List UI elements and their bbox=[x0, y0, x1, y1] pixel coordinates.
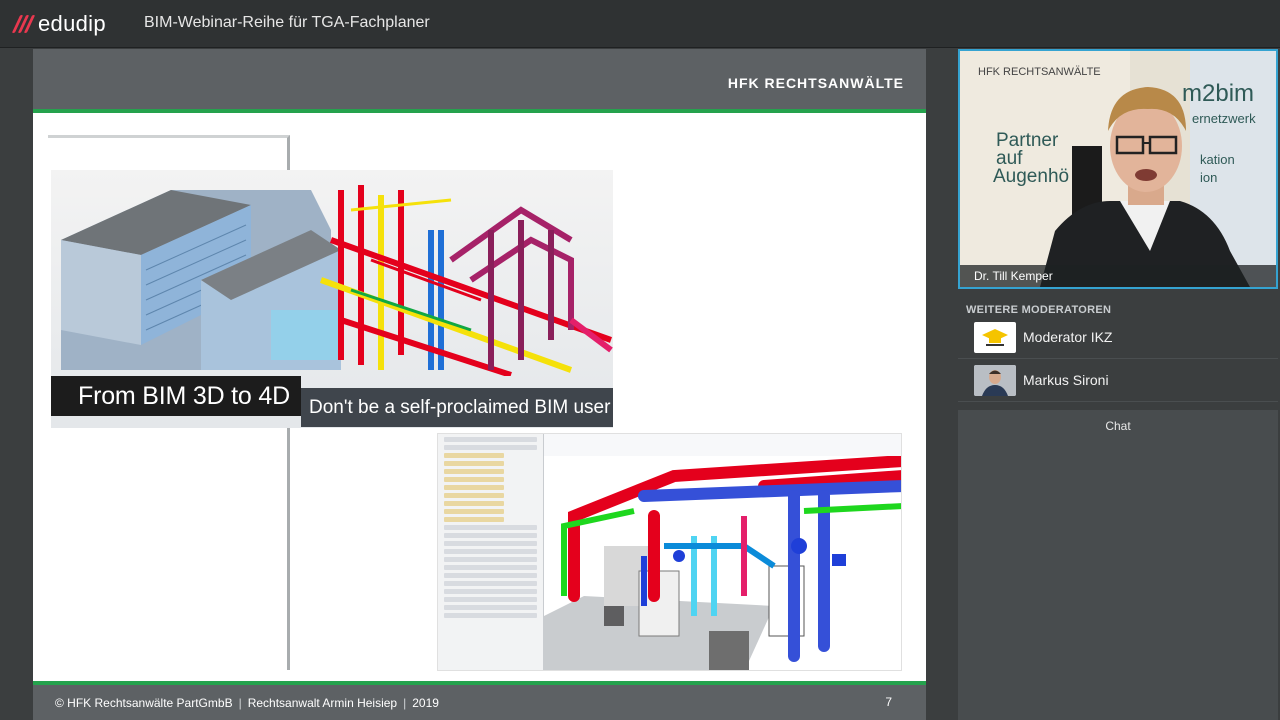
footer-text: © HFK Rechtsanwälte PartGmbB | Rechtsanw… bbox=[55, 696, 439, 710]
webinar-title: BIM-Webinar-Reihe für TGA-Fachplaner bbox=[144, 14, 430, 31]
backdrop-word: ion bbox=[1200, 170, 1217, 185]
person-avatar bbox=[974, 364, 1016, 396]
presenter-video[interactable]: HFK RECHTSANWÄLTE Partner auf Augenhö m2… bbox=[958, 49, 1278, 289]
edudip-logo[interactable]: edudip bbox=[11, 10, 106, 38]
bim-building-image: From BIM 3D to 4D Don't be a self-procla… bbox=[51, 170, 613, 428]
footer-separator: | bbox=[403, 696, 407, 710]
footer-separator: | bbox=[238, 696, 242, 710]
backdrop-brand: HFK RECHTSANWÄLTE bbox=[978, 66, 1101, 78]
top-bar: edudip BIM-Webinar-Reihe für TGA-Fachpla… bbox=[0, 0, 1280, 48]
slide-header: HFK RECHTSANWÄLTE bbox=[33, 49, 926, 109]
software-tree-panel bbox=[438, 434, 544, 670]
ikz-logo-avatar bbox=[974, 321, 1016, 353]
bim-software-screenshot bbox=[437, 433, 902, 671]
footer-copyright: © HFK Rechtsanwälte PartGmbB bbox=[55, 696, 233, 710]
presenter-name: Dr. Till Kemper bbox=[960, 265, 1276, 287]
person-photo-icon bbox=[974, 364, 1016, 396]
banner-bim-3d-4d: From BIM 3D to 4D bbox=[51, 376, 301, 416]
moderator-item[interactable]: Markus Sironi bbox=[958, 359, 1278, 402]
chat-panel[interactable]: Chat bbox=[958, 410, 1278, 720]
banner-bim-user: Don't be a self-proclaimed BIM user bbox=[301, 388, 613, 427]
moderator-item[interactable]: Moderator IKZ bbox=[958, 316, 1278, 359]
hfk-logo: HFK RECHTSANWÄLTE bbox=[728, 75, 904, 91]
slide-footer: © HFK Rechtsanwälte PartGmbB | Rechtsanw… bbox=[33, 685, 926, 720]
moderators-heading: WEITERE MODERATOREN bbox=[966, 304, 1112, 316]
graduation-cap-icon bbox=[982, 329, 1008, 346]
chat-title: Chat bbox=[1105, 419, 1131, 433]
hfk-brand-text: HFK RECHTSANWÄLTE bbox=[727, 75, 904, 91]
footer-year: 2019 bbox=[412, 696, 439, 710]
slide-page-number: 7 bbox=[885, 695, 892, 709]
backdrop-word: ernetzwerk bbox=[1192, 111, 1256, 126]
moderator-list: Moderator IKZ Markus Sironi bbox=[958, 316, 1278, 402]
edudip-logo-icon bbox=[11, 13, 36, 35]
backdrop-word: m2bim bbox=[1182, 80, 1254, 107]
backdrop-word: kation bbox=[1200, 152, 1235, 167]
moderator-name: Markus Sironi bbox=[1023, 372, 1109, 388]
bim-model-illustration bbox=[61, 185, 613, 378]
pipe-system-3d-view bbox=[544, 456, 901, 670]
footer-author: Rechtsanwalt Armin Heisiep bbox=[247, 696, 398, 710]
presentation-slide: HFK RECHTSANWÄLTE From BIM 3D to 4D Don'… bbox=[33, 49, 926, 720]
brand-name: edudip bbox=[38, 11, 106, 36]
slide-content: From BIM 3D to 4D Don't be a self-procla… bbox=[33, 113, 926, 681]
backdrop-word: Augenhö bbox=[993, 166, 1069, 187]
presenter-video-frame: HFK RECHTSANWÄLTE Partner auf Augenhö m2… bbox=[960, 51, 1276, 287]
moderator-name: Moderator IKZ bbox=[1023, 329, 1113, 345]
